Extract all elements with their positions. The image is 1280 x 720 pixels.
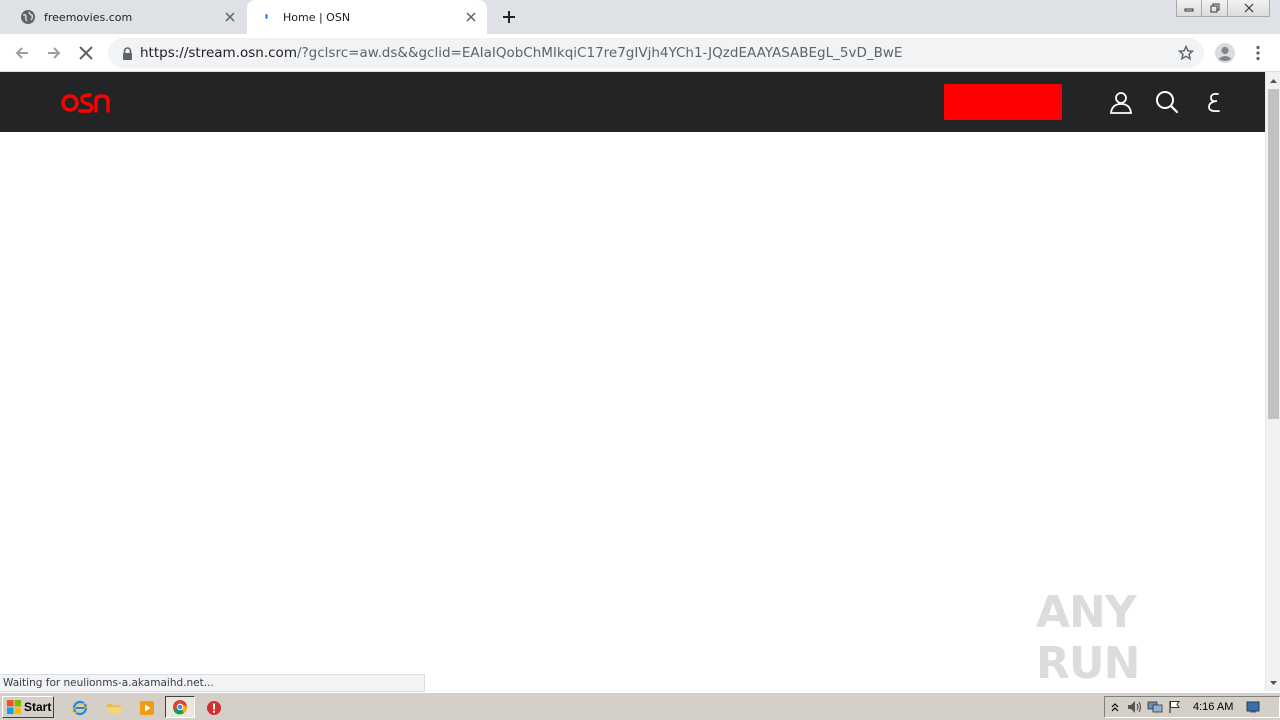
close-icon [1244, 3, 1253, 13]
internet-explorer-icon[interactable] [70, 698, 90, 718]
windows-taskbar: Start 4:16 AM [0, 692, 1280, 720]
window-controls [1176, 0, 1270, 18]
search-icon[interactable] [1154, 89, 1180, 115]
arabic-language-icon[interactable] [1200, 89, 1226, 115]
browser-toolbar: https://stream.osn.com/?gclsrc=aw.ds&&gc… [0, 34, 1280, 72]
windows-flag-icon [7, 700, 21, 714]
scrollbar-thumb[interactable] [1268, 89, 1279, 419]
user-icon[interactable] [1108, 89, 1134, 115]
show-desktop-icon[interactable] [1243, 698, 1263, 716]
plus-icon [503, 11, 515, 23]
media-player-icon[interactable] [137, 698, 157, 718]
stop-loading-button[interactable] [73, 40, 99, 66]
stop-icon [79, 46, 93, 60]
minimize-icon [1184, 8, 1194, 12]
bookmark-star-icon[interactable] [1176, 43, 1196, 63]
close-window-button[interactable] [1228, 0, 1270, 17]
restore-button[interactable] [1202, 0, 1228, 17]
tab-home-osn[interactable]: Home | OSN [247, 0, 487, 34]
taskbar-clock[interactable]: 4:16 AM [1193, 701, 1233, 713]
osn-logo[interactable] [60, 86, 114, 118]
minimize-button[interactable] [1176, 0, 1202, 17]
url-text[interactable]: https://stream.osn.com/?gclsrc=aw.ds&&gc… [140, 45, 1176, 61]
desktop-screen: freemovies.com Home | OSN https://stream… [0, 0, 1280, 720]
close-tab-icon[interactable] [463, 9, 479, 25]
url-path: /?gclsrc=aw.ds&&gclid=EAIaIQobChMIkqiC17… [296, 45, 903, 61]
profile-avatar-icon[interactable] [1214, 42, 1236, 64]
osn-site-header [0, 72, 1265, 132]
start-button[interactable]: Start [2, 696, 54, 718]
volume-icon[interactable] [1125, 698, 1145, 716]
url-host: https://stream.osn.com [140, 45, 297, 61]
watermark-text: ANY RUN [1036, 587, 1140, 689]
close-tab-icon[interactable] [222, 9, 238, 25]
scroll-down-arrow-icon[interactable] [1266, 675, 1280, 690]
lock-icon[interactable] [120, 46, 134, 60]
loading-status-bubble: Waiting for neulionms-a.akamaihd.net... [0, 674, 425, 692]
arrow-right-icon [48, 47, 61, 59]
kebab-menu-icon [1256, 45, 1260, 61]
browser-tabstrip: freemovies.com Home | OSN [0, 0, 1280, 34]
chrome-taskbar-button[interactable] [165, 696, 195, 718]
tab-title: freemovies.com [44, 10, 133, 24]
restore-icon [1210, 3, 1219, 13]
back-button[interactable] [9, 40, 35, 66]
tab-title: Home | OSN [283, 10, 351, 24]
globe-icon [20, 9, 36, 25]
address-bar[interactable]: https://stream.osn.com/?gclsrc=aw.ds&&gc… [108, 38, 1204, 68]
file-explorer-icon[interactable] [104, 698, 124, 718]
anyrun-watermark: ANY RUN [1036, 587, 1236, 689]
security-alert-icon[interactable] [204, 698, 224, 718]
scroll-up-arrow-icon[interactable] [1266, 73, 1280, 88]
arrow-left-icon [15, 47, 28, 59]
start-label: Start [24, 700, 52, 714]
action-center-flag-icon[interactable] [1165, 698, 1185, 716]
tab-freemovies[interactable]: freemovies.com [8, 0, 246, 34]
subscribe-button[interactable] [944, 84, 1062, 120]
system-tray: 4:16 AM [1104, 696, 1280, 718]
show-hidden-icons-chevron-icon[interactable] [1105, 698, 1125, 716]
network-icon[interactable] [1145, 698, 1165, 716]
forward-button[interactable] [41, 40, 67, 66]
loading-spinner-icon [259, 9, 275, 25]
browser-menu-button[interactable] [1248, 42, 1268, 64]
new-tab-button[interactable] [498, 6, 520, 28]
chrome-icon [173, 700, 188, 715]
page-scrollbar[interactable] [1265, 72, 1280, 691]
